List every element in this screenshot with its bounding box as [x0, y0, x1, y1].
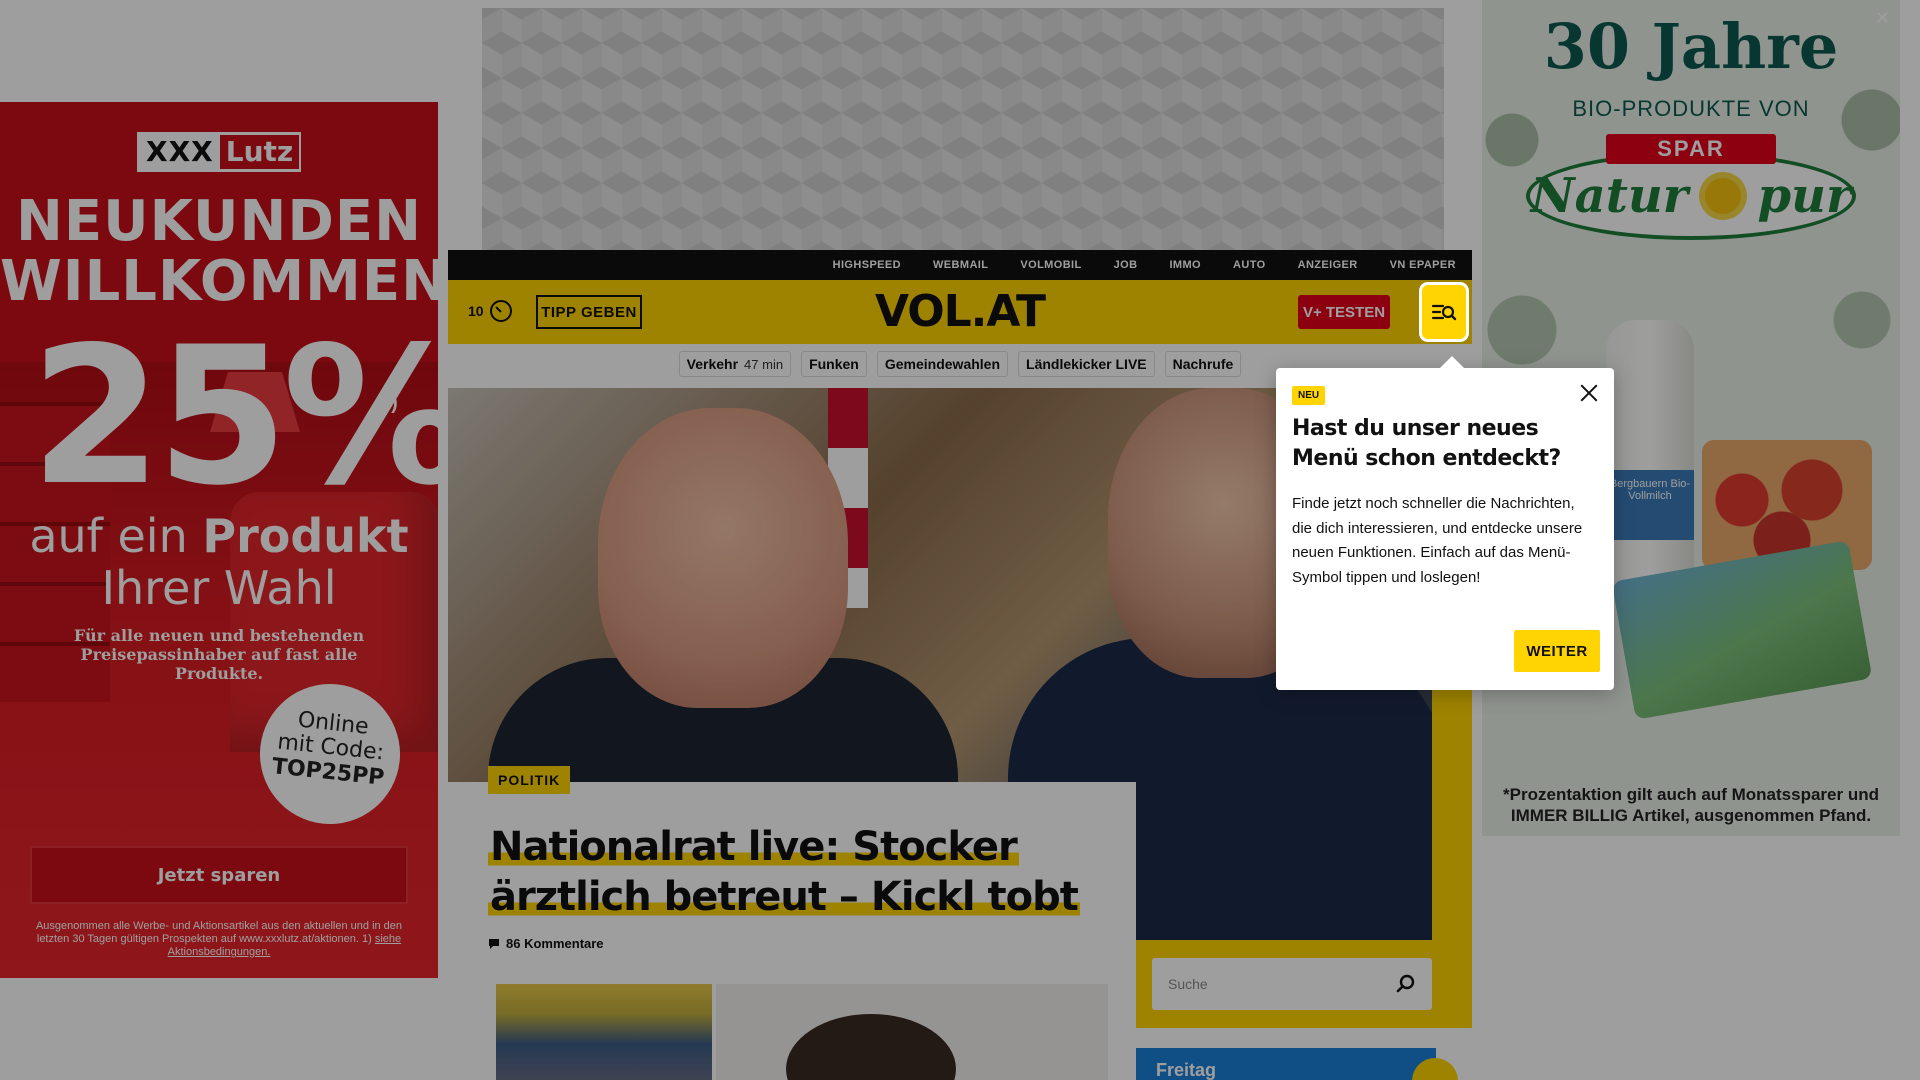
milk-bottle-image	[1606, 320, 1694, 590]
ad-fine-print: Ausgenommen alle Werbe- und Aktionsartik…	[30, 920, 408, 959]
fine-print-text: Ausgenommen alle Werbe- und Aktionsartik…	[35, 920, 403, 945]
menu-search-icon	[1431, 304, 1457, 321]
ad-line-1: auf ein Produkt	[0, 510, 438, 562]
clock-icon	[489, 300, 512, 322]
weather-widget[interactable]: Freitag	[1136, 1048, 1436, 1080]
search-box[interactable]: Suche	[1152, 958, 1432, 1010]
person-left-face	[598, 408, 848, 708]
weather-day: Freitag	[1156, 1060, 1217, 1080]
ad-percent: 25%	[30, 306, 438, 527]
jetzt-sparen-button[interactable]: Jetzt sparen	[30, 846, 408, 904]
spar-headline: 30 Jahre	[1543, 10, 1839, 83]
top-nav-volmobil[interactable]: VOLMOBIL	[1020, 259, 1081, 271]
menu-button-highlight[interactable]	[1422, 285, 1466, 339]
spar-subline: BIO-PRODUKTE VON	[1572, 96, 1810, 121]
neu-badge: NEU	[1292, 386, 1326, 405]
subnav-funken[interactable]: Funken	[801, 351, 867, 377]
counter-value: 10	[468, 303, 484, 319]
main-header: VOL.AT 10 TIPP GEBEN V+ TESTEN	[448, 280, 1472, 344]
tipp-geben-button[interactable]: TIPP GEBEN	[536, 295, 642, 329]
new-menu-popup: NEU Hast du unser neues Menü schon entde…	[1276, 356, 1614, 690]
subnav-gemeindewahlen-label: Gemeindewahlen	[884, 356, 1001, 372]
teaser-image-1[interactable]	[496, 984, 712, 1080]
subnav-verkehr-sub: 47 min	[744, 356, 784, 372]
subnav-verkehr[interactable]: Verkehr 47 min	[678, 351, 792, 377]
ad-headline-1: NEUKUNDEN	[16, 189, 422, 254]
top-nav-auto[interactable]: AUTO	[1233, 259, 1266, 271]
xxxlutz-logo: XXX Lutz	[137, 132, 301, 172]
subnav-laendlekicker-label: Ländlekicker LIVE	[1026, 356, 1147, 372]
vplus-testen-button[interactable]: V+ TESTEN	[1298, 295, 1390, 329]
top-banner-ad[interactable]	[482, 8, 1444, 250]
teaser-image-2[interactable]	[716, 984, 1108, 1080]
ad-line-2: Ihrer Wahl	[101, 561, 337, 615]
top-nav-webmail[interactable]: WEBMAIL	[933, 259, 988, 271]
natur-pur-logo: Natur pur	[1526, 152, 1856, 240]
ad-line-1-bold: Produkt	[202, 509, 409, 563]
search-icon[interactable]	[1396, 974, 1416, 994]
search-input[interactable]: Suche	[1168, 976, 1208, 992]
top-nav: HIGHSPEED WEBMAIL VOLMOBIL JOB IMMO AUTO…	[448, 250, 1472, 280]
subnav-verkehr-label: Verkehr	[686, 356, 739, 372]
comments-label: 86 Kommentare	[506, 936, 604, 951]
popup-title: Hast du unser neues Menü schon entdeckt?	[1292, 416, 1561, 471]
close-icon[interactable]	[1578, 382, 1600, 404]
ad-headline: NEUKUNDEN WILLKOMMEN!	[0, 192, 438, 312]
natur-pur-text-b: pur	[1757, 168, 1852, 224]
flower-icon	[1704, 177, 1741, 214]
top-nav-highspeed[interactable]: HIGHSPEED	[833, 259, 901, 271]
top-nav-immo[interactable]: IMMO	[1169, 259, 1201, 271]
category-tag[interactable]: POLITIK	[488, 766, 571, 794]
subnav-funken-label: Funken	[809, 356, 859, 372]
subnav-gemeindewahlen[interactable]: Gemeindewahlen	[876, 351, 1009, 377]
natur-pur-text-a: Natur	[1530, 168, 1689, 224]
spar-disclaimer: *Prozentaktion gilt auch auf Monatsspare…	[1503, 785, 1879, 825]
headline-line-2: ärztlich betreut – Kickl tobt	[488, 874, 1080, 920]
ad-footnote-mark: 1)	[380, 392, 398, 414]
subnav-nachrufe-label: Nachrufe	[1172, 356, 1234, 372]
teaser-cake	[786, 1014, 956, 1080]
ad-small-text: Für alle neuen und bestehenden Preisepas…	[73, 626, 365, 683]
subnav-laendlekicker[interactable]: Ländlekicker LIVE	[1018, 351, 1155, 377]
time-counter[interactable]: 10	[468, 300, 512, 322]
top-nav-anzeiger[interactable]: ANZEIGER	[1298, 259, 1358, 271]
ad-line-1-pre: auf ein	[29, 509, 203, 563]
logo-xxx: XXX	[140, 135, 220, 169]
popup-body: Finde jetzt noch schneller die Nachricht…	[1292, 495, 1583, 586]
comments-count[interactable]: 86 Kommentare	[488, 936, 604, 951]
top-nav-job[interactable]: JOB	[1114, 259, 1138, 271]
logo-lutz: Lutz	[219, 135, 300, 169]
page: XXX Lutz NEUKUNDEN WILLKOMMEN! 25% 1) au…	[0, 0, 1920, 1080]
headline-line-1: Nationalrat live: Stocker	[488, 824, 1019, 870]
comment-icon	[489, 938, 499, 949]
article-headline[interactable]: Nationalrat live: Stocker ärztlich betre…	[488, 822, 1128, 922]
subnav-nachrufe[interactable]: Nachrufe	[1164, 351, 1242, 377]
top-nav-vn-epaper[interactable]: VN EPAPER	[1390, 259, 1456, 271]
ad-headline-2: WILLKOMMEN!	[0, 249, 438, 314]
xxxlutz-ad[interactable]: XXX Lutz NEUKUNDEN WILLKOMMEN! 25% 1) au…	[0, 102, 438, 978]
milk-bottle-label: Bergbauern Bio-Vollmilch	[1606, 470, 1694, 540]
spar-logo: SPAR	[1606, 134, 1776, 164]
weiter-button[interactable]: WEITER	[1514, 630, 1600, 672]
